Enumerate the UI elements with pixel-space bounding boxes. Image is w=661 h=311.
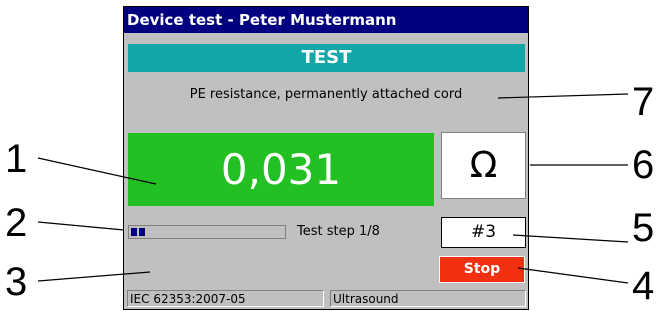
leader-line-5 (512, 234, 629, 243)
leader-line-7 (497, 93, 629, 99)
callout-leader-lines (37, 93, 629, 284)
leader-line-4 (517, 267, 629, 284)
leader-line-1 (37, 157, 157, 185)
leader-line-3 (37, 271, 151, 282)
leader-line-2 (37, 221, 125, 231)
